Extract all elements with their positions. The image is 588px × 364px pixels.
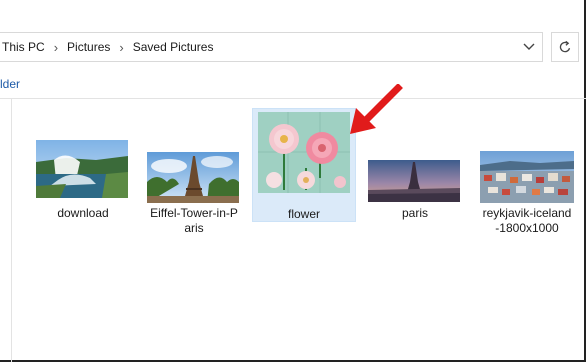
file-item-download[interactable]: download bbox=[31, 110, 135, 220]
toolbar-divider bbox=[0, 98, 586, 99]
file-name-line-2: -1800x1000 bbox=[495, 221, 559, 235]
file-item-flower[interactable]: flower bbox=[252, 108, 356, 222]
file-name-line-1: reykjavik-iceland bbox=[482, 206, 572, 220]
chevron-right-icon[interactable]: › bbox=[119, 40, 123, 55]
thumbnail-paris bbox=[368, 160, 460, 202]
thumbnail-download bbox=[36, 140, 128, 198]
file-name-flower: flower bbox=[287, 207, 320, 221]
file-name-download: download bbox=[57, 206, 109, 220]
refresh-button[interactable] bbox=[551, 32, 579, 62]
breadcrumb-pictures[interactable]: Pictures bbox=[65, 40, 112, 54]
thumbnail-eiffel-tower-in-paris bbox=[147, 152, 239, 203]
file-name-line-1: Eiffel-Tower-in-P bbox=[150, 206, 238, 220]
file-name-line-2: aris bbox=[184, 221, 204, 235]
red-arrow-annotation bbox=[350, 84, 403, 134]
file-item-reykjavik-iceland[interactable]: reykjavik-iceland -1800x1000 bbox=[475, 110, 579, 236]
chevron-right-icon[interactable]: › bbox=[54, 40, 58, 55]
address-bar[interactable]: This PC › Pictures › Saved Pictures bbox=[0, 32, 543, 62]
breadcrumb-this-pc[interactable]: This PC bbox=[0, 40, 47, 54]
new-folder-button[interactable]: lder bbox=[0, 77, 20, 91]
chevron-down-icon[interactable] bbox=[520, 38, 538, 56]
thumbnail-reykjavik-iceland bbox=[480, 151, 574, 203]
breadcrumb-saved-pictures[interactable]: Saved Pictures bbox=[131, 40, 216, 54]
navigation-pane-divider bbox=[11, 99, 12, 362]
thumbnail-flower bbox=[258, 112, 350, 193]
refresh-icon bbox=[559, 40, 570, 53]
file-name-paris: paris bbox=[401, 206, 428, 220]
file-item-eiffel-tower-in-paris[interactable]: Eiffel-Tower-in-P aris bbox=[142, 110, 246, 236]
